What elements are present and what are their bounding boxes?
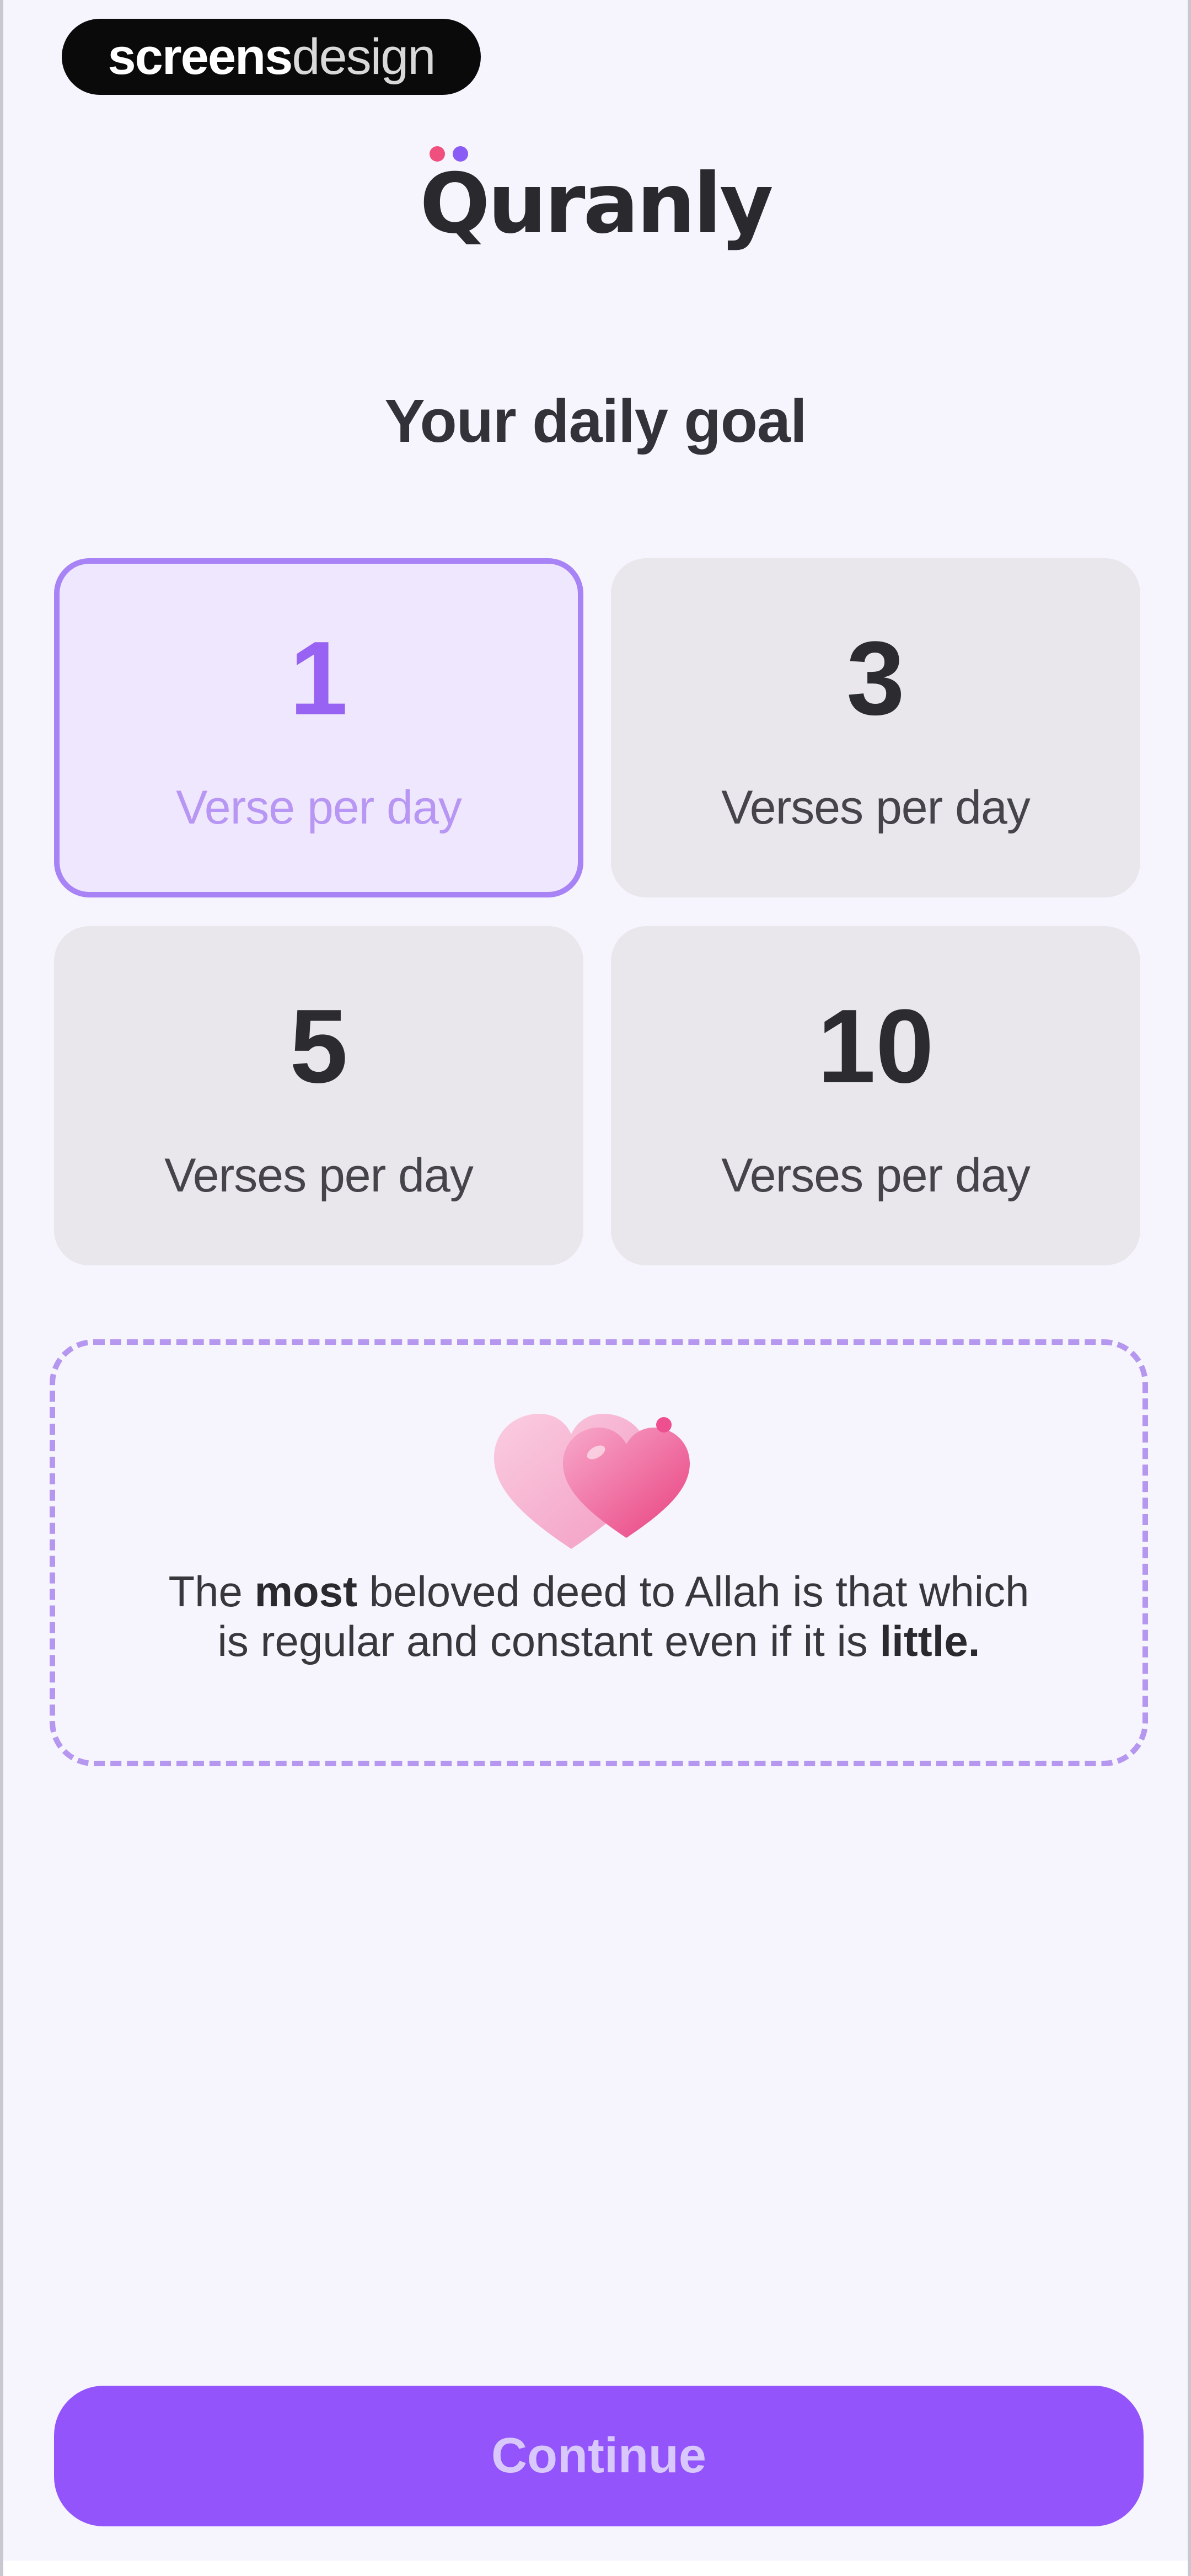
goal-number: 1 xyxy=(289,620,348,737)
quote-text: The most beloved deed to Allah is that w… xyxy=(152,1567,1045,1666)
continue-button[interactable]: Continue xyxy=(54,2386,1144,2526)
watermark-part2: design xyxy=(292,28,436,85)
goal-option-5[interactable]: 5 Verses per day xyxy=(54,926,583,1265)
goal-number: 10 xyxy=(817,988,934,1105)
logo-dot-pink xyxy=(430,146,446,162)
logo-text: Quranly xyxy=(420,156,773,252)
app-logo: Quranly xyxy=(3,146,1188,256)
goal-number: 3 xyxy=(846,620,905,737)
hearts-icon xyxy=(494,1414,690,1549)
goal-unit: Verses per day xyxy=(721,781,1031,834)
goal-option-3[interactable]: 3 Verses per day xyxy=(611,558,1140,897)
bottom-edge xyxy=(3,2561,1188,2576)
goal-unit: Verses per day xyxy=(721,1149,1031,1202)
goal-unit: Verses per day xyxy=(164,1149,474,1202)
watermark-badge: screens design xyxy=(62,19,481,95)
goal-options: 1 Verse per day 3 Verses per day 5 Verse… xyxy=(54,558,1140,1265)
quote-bold-little: little. xyxy=(879,1617,980,1665)
page-title: Your daily goal xyxy=(384,387,807,455)
logo-dot-purple xyxy=(453,146,469,162)
logo-dots-icon xyxy=(430,146,469,162)
goal-unit: Verse per day xyxy=(176,781,462,834)
goal-option-10[interactable]: 10 Verses per day xyxy=(611,926,1140,1265)
goal-number: 5 xyxy=(289,988,348,1105)
watermark-part1: screens xyxy=(108,28,293,85)
quote-part1: The xyxy=(168,1567,255,1616)
goal-option-1[interactable]: 1 Verse per day xyxy=(54,558,583,897)
logo-wordmark: Quranly xyxy=(420,146,774,245)
quote-box: The most beloved deed to Allah is that w… xyxy=(50,1339,1148,1766)
goal-screen: screens design Quranly Your daily goal 1 … xyxy=(0,0,1191,2576)
quote-bold-most: most xyxy=(254,1567,357,1616)
